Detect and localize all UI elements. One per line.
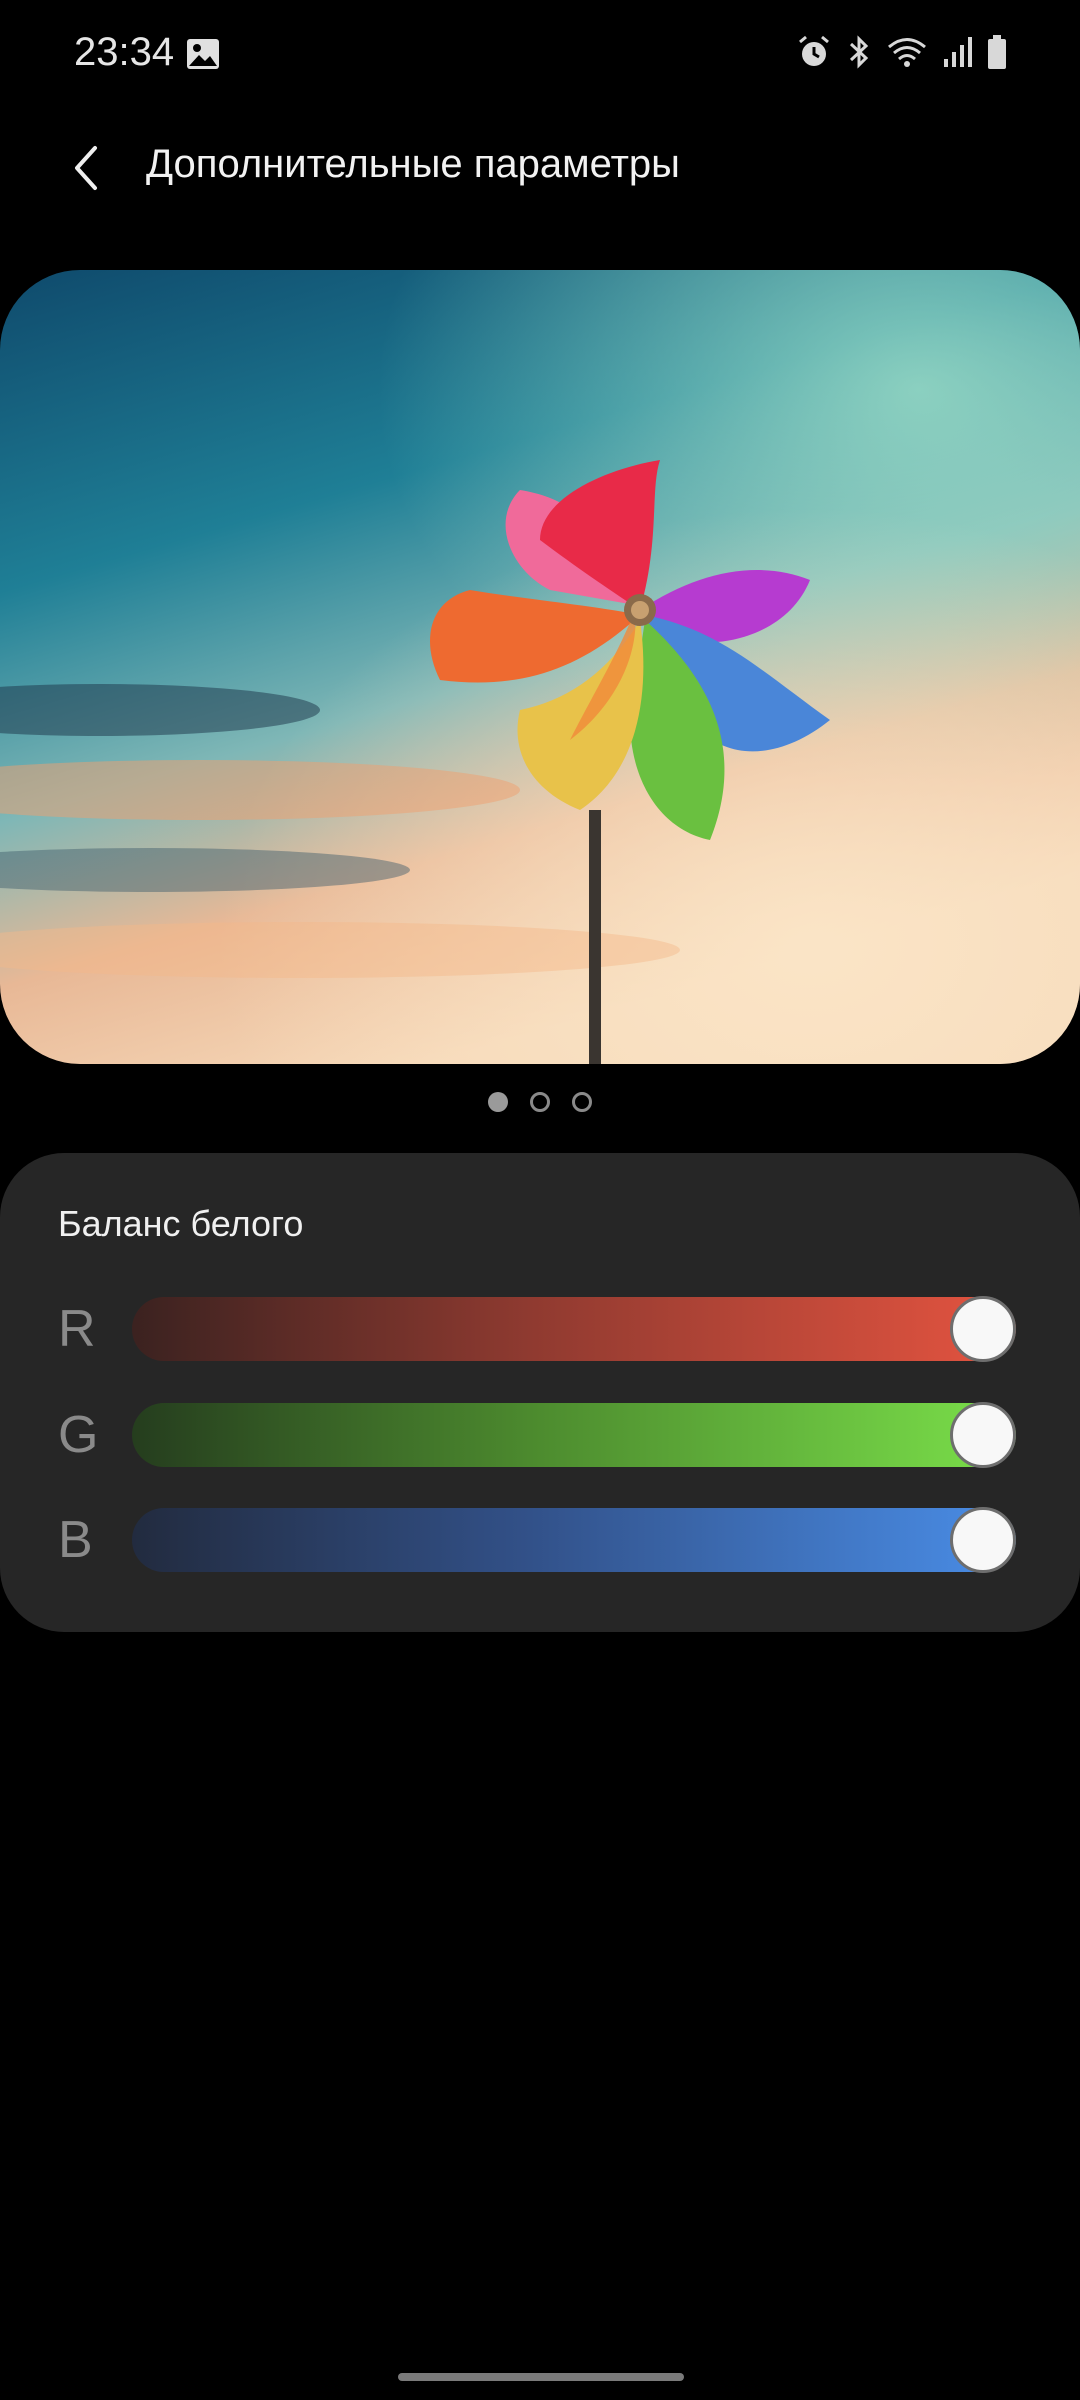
app-bar: Дополнительные параметры [0, 120, 1080, 220]
back-button[interactable] [54, 138, 118, 202]
signal-icon [942, 35, 972, 69]
gallery-icon [186, 38, 220, 70]
back-arrow-icon [71, 144, 101, 197]
page-dot-1[interactable] [488, 1092, 508, 1112]
slider-row-g: G [0, 1402, 1080, 1468]
page-dot-2[interactable] [530, 1092, 550, 1112]
slider-thumb-b[interactable] [950, 1507, 1016, 1573]
wifi-icon [886, 35, 928, 69]
page-dot-3[interactable] [572, 1092, 592, 1112]
slider-label-b: B [58, 1511, 93, 1569]
status-bar: 23:34 [0, 0, 1080, 110]
slider-r[interactable] [132, 1296, 1016, 1362]
alarm-icon [796, 34, 832, 70]
slider-b[interactable] [132, 1507, 1016, 1573]
page-indicator [0, 1092, 1080, 1112]
slider-g[interactable] [132, 1402, 1016, 1468]
slider-row-r: R [0, 1296, 1080, 1362]
slider-thumb-g[interactable] [950, 1402, 1016, 1468]
status-time: 23:34 [74, 30, 175, 74]
home-indicator[interactable] [398, 2373, 684, 2381]
slider-label-g: G [58, 1406, 99, 1464]
slider-row-b: B [0, 1507, 1080, 1573]
page-title: Дополнительные параметры [146, 142, 680, 186]
white-balance-card: Баланс белого R G B [0, 1153, 1080, 1632]
slider-thumb-r[interactable] [950, 1296, 1016, 1362]
preview-image[interactable] [0, 270, 1080, 1064]
battery-icon [986, 34, 1008, 70]
slider-label-r: R [58, 1300, 96, 1358]
white-balance-title: Баланс белого [58, 1203, 304, 1244]
bluetooth-icon [846, 34, 872, 70]
